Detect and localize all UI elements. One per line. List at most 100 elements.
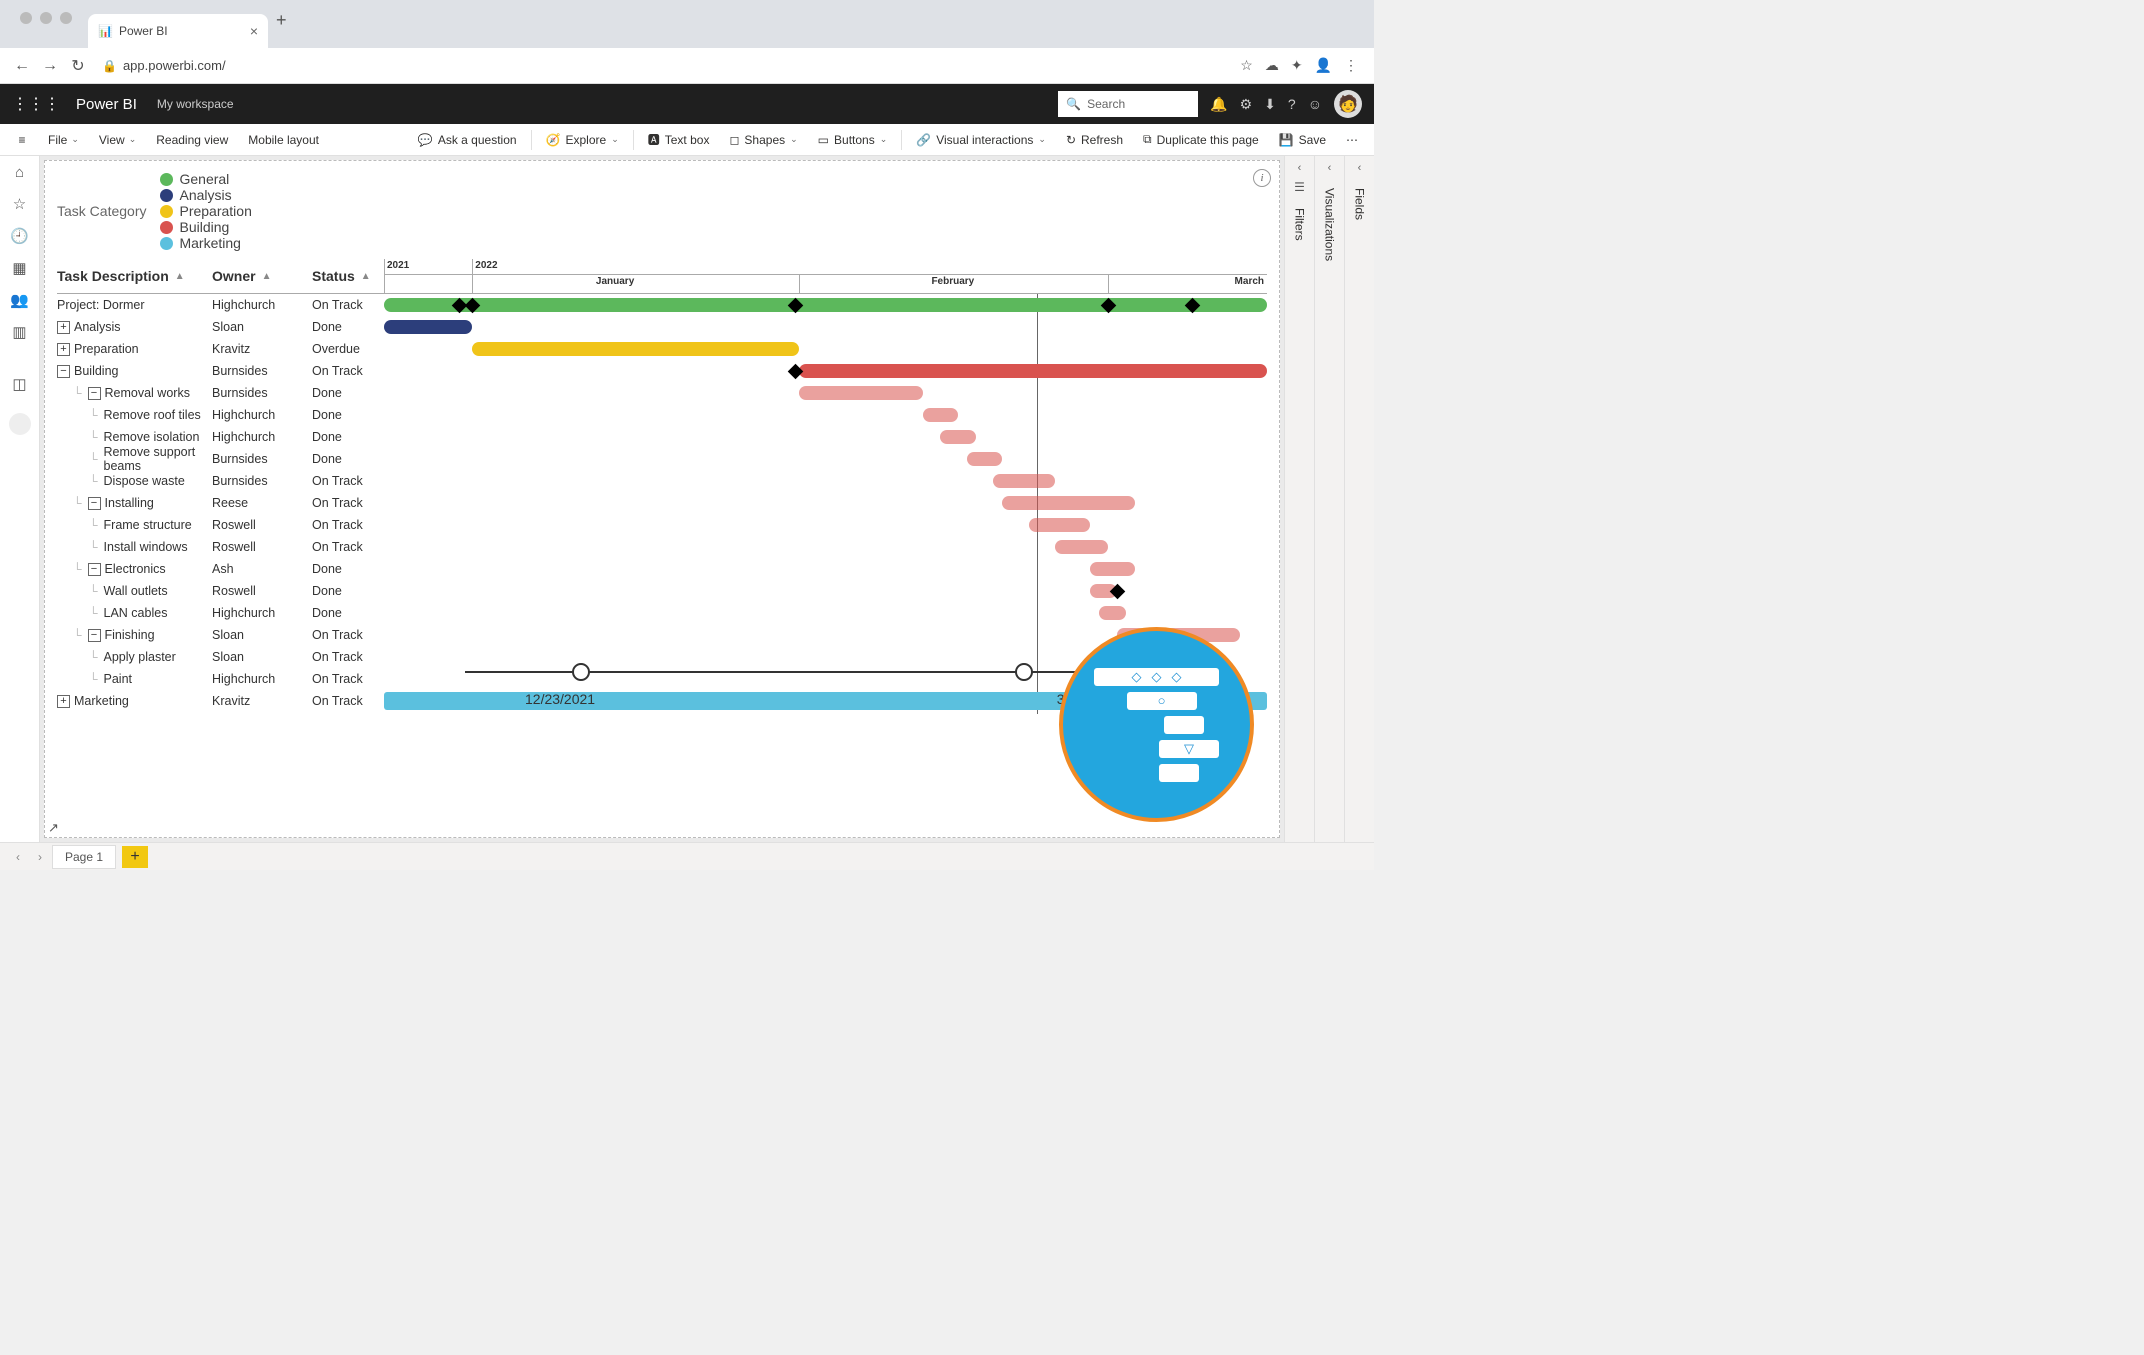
add-page-button[interactable]: + [122, 846, 148, 868]
explore-button[interactable]: 🧭Explore⌄ [536, 133, 629, 147]
tree-toggle[interactable]: − [57, 365, 70, 378]
apps-icon[interactable]: ▦ [12, 259, 26, 277]
tree-toggle[interactable]: − [88, 563, 101, 576]
view-menu[interactable]: View⌄ [89, 133, 146, 147]
chevron-left-icon[interactable]: ‹ [1298, 162, 1302, 174]
col-header-task[interactable]: Task Description▲ [57, 259, 212, 293]
gantt-bar[interactable] [384, 298, 1267, 312]
legend-item[interactable]: Marketing [160, 235, 251, 251]
popout-icon[interactable]: ↗ [48, 820, 59, 836]
tree-toggle[interactable]: + [57, 321, 70, 334]
notifications-icon[interactable]: 🔔 [1210, 96, 1227, 113]
chevron-left-icon[interactable]: ‹ [1358, 162, 1362, 174]
shapes-button[interactable]: ◻Shapes⌄ [719, 133, 807, 147]
gantt-bar[interactable] [799, 364, 1267, 378]
gantt-bar[interactable] [1099, 606, 1125, 620]
gantt-bar[interactable] [1055, 540, 1108, 554]
browser-tab[interactable]: 📊 Power BI × [88, 14, 268, 48]
col-header-owner[interactable]: Owner▲ [212, 259, 312, 293]
gantt-row[interactable]: −Building Burnsides On Track [57, 360, 1267, 382]
reading-view-button[interactable]: Reading view [146, 133, 238, 147]
gantt-bar[interactable] [472, 342, 799, 356]
hamburger-icon[interactable]: ≡ [6, 133, 38, 147]
page-next-button[interactable]: › [30, 850, 50, 864]
gantt-bar[interactable] [993, 474, 1055, 488]
slider-handle-start[interactable] [572, 663, 590, 681]
info-icon[interactable]: i [1253, 169, 1271, 187]
legend-item[interactable]: Analysis [160, 187, 251, 203]
mobile-layout-button[interactable]: Mobile layout [238, 133, 329, 147]
star-icon[interactable]: ☆ [1240, 57, 1253, 74]
tree-toggle[interactable]: − [88, 387, 101, 400]
gantt-row[interactable]: └−Installing Reese On Track [57, 492, 1267, 514]
textbox-button[interactable]: 🅰Text box [638, 131, 720, 148]
col-header-status[interactable]: Status▲ [312, 259, 384, 293]
search-input[interactable]: 🔍 Search [1058, 91, 1198, 117]
gantt-row[interactable]: └LAN cables Highchurch Done [57, 602, 1267, 624]
user-avatar-icon[interactable] [9, 413, 31, 435]
new-tab-button[interactable]: + [276, 10, 287, 39]
gantt-row[interactable]: └Remove support beams Burnsides Done [57, 448, 1267, 470]
data-icon[interactable]: ◫ [12, 375, 26, 393]
gantt-row[interactable]: └Install windows Roswell On Track [57, 536, 1267, 558]
workspaces-icon[interactable]: ▥ [12, 323, 26, 341]
gantt-bar[interactable] [799, 386, 923, 400]
reload-button[interactable]: ↻ [64, 56, 92, 76]
gantt-row[interactable]: └−Finishing Sloan On Track [57, 624, 1267, 646]
recent-icon[interactable]: 🕘 [10, 227, 29, 245]
filters-pane[interactable]: ‹ ☰ Filters [1284, 156, 1314, 842]
profile-icon[interactable]: 👤 [1315, 57, 1332, 74]
kebab-icon[interactable]: ⋮ [1344, 57, 1358, 74]
visual-interactions-button[interactable]: 🔗Visual interactions⌄ [906, 133, 1056, 147]
gantt-bar[interactable] [967, 452, 1002, 466]
gantt-bar[interactable] [1029, 518, 1091, 532]
save-button[interactable]: 💾Save [1269, 133, 1336, 147]
tree-toggle[interactable]: − [88, 497, 101, 510]
help-icon[interactable]: ? [1288, 96, 1296, 112]
buttons-button[interactable]: ▭Buttons⌄ [808, 133, 898, 147]
workspace-name[interactable]: My workspace [157, 97, 234, 111]
home-icon[interactable]: ⌂ [15, 164, 24, 181]
page-prev-button[interactable]: ‹ [8, 850, 28, 864]
gantt-bar[interactable] [1002, 496, 1134, 510]
gantt-row[interactable]: └Frame structure Roswell On Track [57, 514, 1267, 536]
favorites-icon[interactable]: ☆ [13, 195, 26, 213]
gantt-row[interactable]: +Analysis Sloan Done [57, 316, 1267, 338]
shared-icon[interactable]: 👥 [10, 291, 29, 309]
close-icon[interactable]: × [250, 23, 258, 39]
gantt-bar[interactable] [940, 430, 975, 444]
settings-icon[interactable]: ⚙ [1240, 96, 1253, 113]
visualizations-pane[interactable]: ‹ Visualizations [1314, 156, 1344, 842]
duplicate-page-button[interactable]: ⧉Duplicate this page [1133, 132, 1269, 147]
traffic-light-max[interactable] [60, 12, 72, 24]
gantt-bar[interactable] [1090, 562, 1134, 576]
gantt-row[interactable]: └Wall outlets Roswell Done [57, 580, 1267, 602]
more-icon[interactable]: ⋯ [1336, 133, 1368, 147]
legend-item[interactable]: Preparation [160, 203, 251, 219]
chevron-left-icon[interactable]: ‹ [1328, 162, 1332, 174]
ask-question-button[interactable]: 💬Ask a question [408, 133, 527, 147]
gantt-row[interactable]: Project: Dormer Highchurch On Track [57, 294, 1267, 316]
gantt-bar[interactable] [384, 320, 472, 334]
forward-button[interactable]: → [36, 57, 64, 75]
legend-item[interactable]: General [160, 171, 251, 187]
cloud-icon[interactable]: ☁ [1265, 57, 1279, 74]
gantt-row[interactable]: └−Removal works Burnsides Done [57, 382, 1267, 404]
app-launcher-icon[interactable]: ⋮⋮⋮ [12, 94, 60, 114]
gantt-row[interactable]: └Remove roof tiles Highchurch Done [57, 404, 1267, 426]
fields-pane[interactable]: ‹ Fields [1344, 156, 1374, 842]
gantt-row[interactable]: └−Electronics Ash Done [57, 558, 1267, 580]
traffic-light-close[interactable] [20, 12, 32, 24]
page-tab[interactable]: Page 1 [52, 845, 116, 869]
report-canvas[interactable]: i Task Category GeneralAnalysisPreparati… [44, 160, 1280, 838]
refresh-button[interactable]: ↻Refresh [1056, 133, 1133, 147]
tree-toggle[interactable]: + [57, 343, 70, 356]
gantt-row[interactable]: +Preparation Kravitz Overdue [57, 338, 1267, 360]
file-menu[interactable]: File⌄ [38, 133, 89, 147]
gantt-bar[interactable] [923, 408, 958, 422]
slider-handle-end[interactable] [1015, 663, 1033, 681]
extensions-icon[interactable]: ✦ [1291, 57, 1303, 74]
legend-item[interactable]: Building [160, 219, 251, 235]
feedback-icon[interactable]: ☺ [1308, 96, 1322, 112]
tree-toggle[interactable]: + [57, 695, 70, 708]
